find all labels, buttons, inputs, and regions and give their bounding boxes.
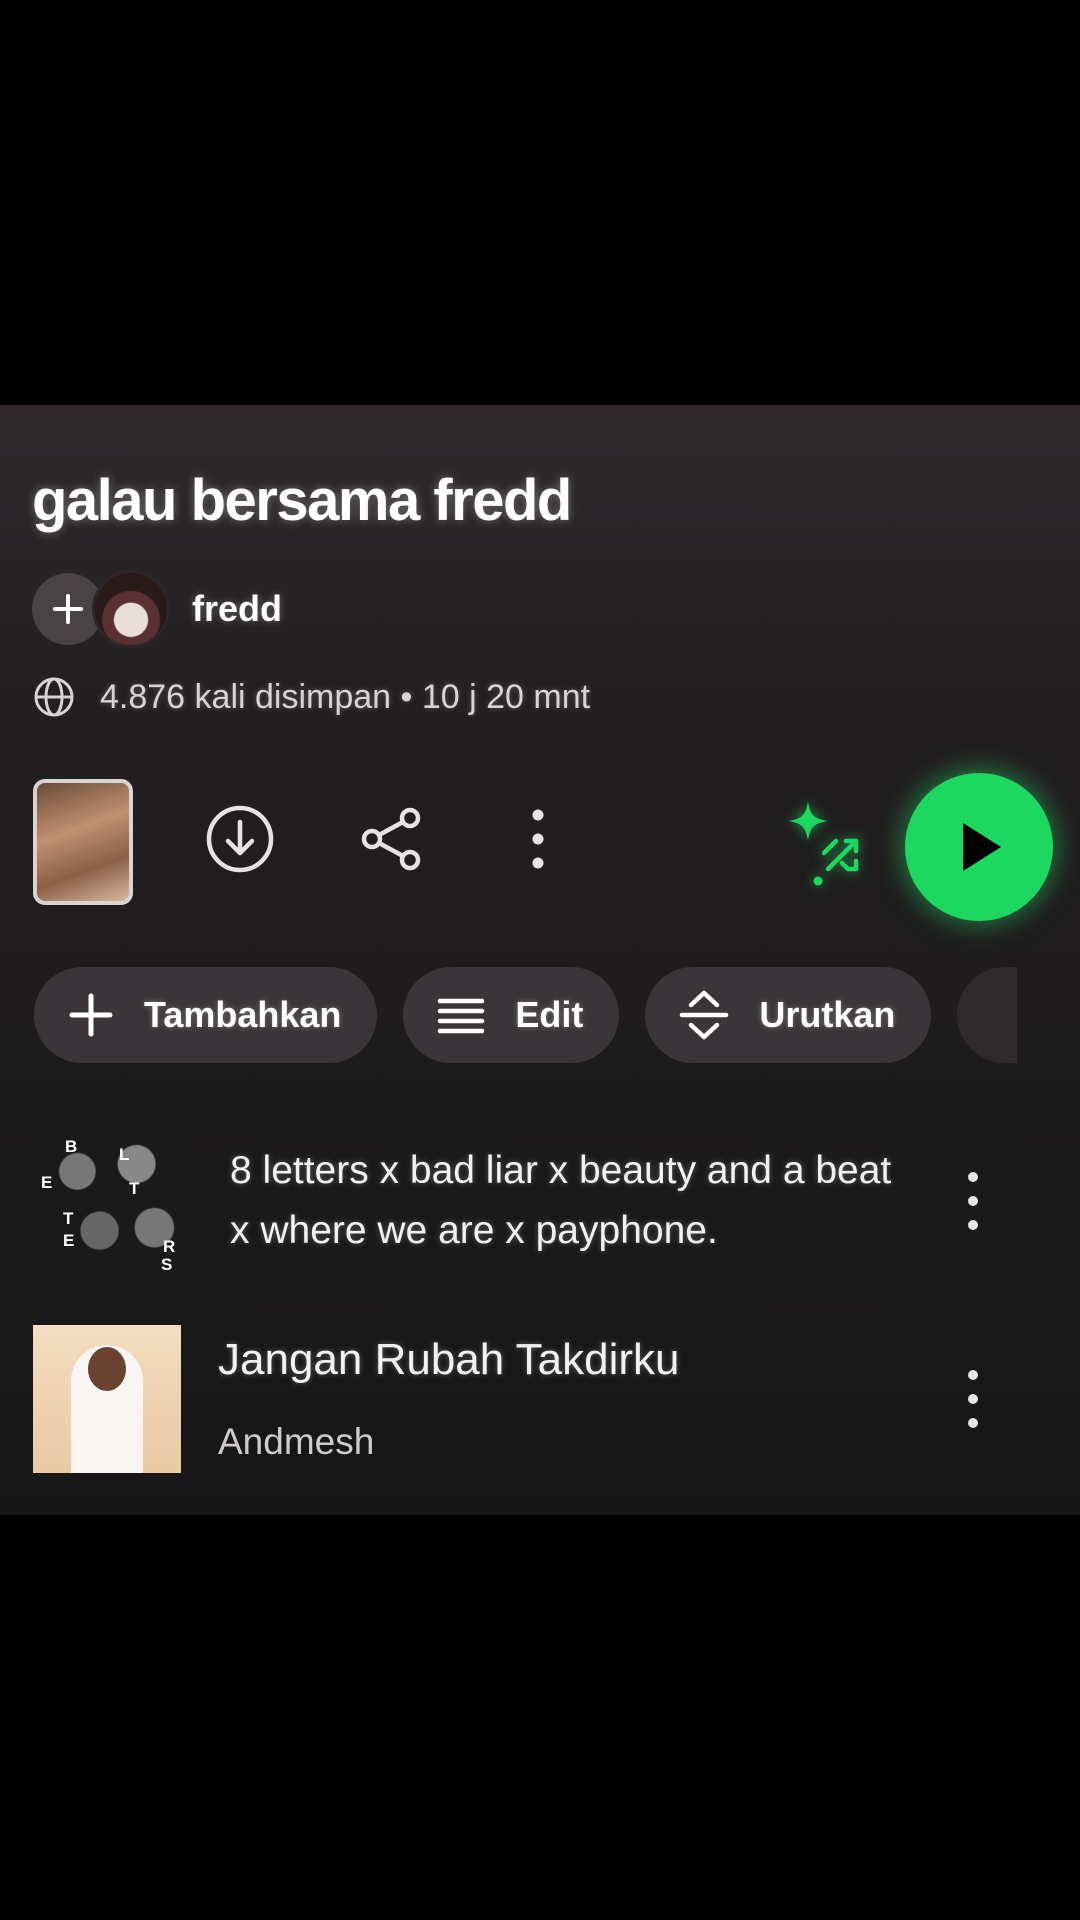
art-letter: R xyxy=(163,1237,176,1256)
playlist-title: galau bersama fredd xyxy=(32,468,572,533)
playlist-panel: galau bersama fredd fredd 4.876 kali dis… xyxy=(0,405,1080,1515)
download-circle-icon xyxy=(206,805,274,873)
playlist-meta: 4.876 kali disimpan • 10 j 20 mnt xyxy=(32,675,590,719)
more-vertical-icon xyxy=(968,1172,978,1230)
track-artist: Andmesh xyxy=(218,1421,375,1462)
album-art: B L E T T E R S xyxy=(33,1127,181,1275)
owner-name[interactable]: fredd xyxy=(192,588,282,630)
track-title: Jangan Rubah Takdirku xyxy=(218,1335,680,1384)
art-letter: B xyxy=(65,1137,78,1156)
share-icon xyxy=(361,807,421,871)
art-letter: E xyxy=(63,1231,75,1250)
art-letter: T xyxy=(129,1179,140,1198)
add-chip[interactable]: Tambahkan xyxy=(34,967,378,1063)
album-art xyxy=(33,1325,181,1473)
more-vertical-icon xyxy=(968,1370,978,1428)
list-item[interactable]: B L E T T E R S 8 letters x bad liar x b… xyxy=(0,1127,1080,1275)
sort-chip[interactable]: Urutkan xyxy=(645,967,932,1063)
play-button[interactable] xyxy=(905,773,1053,921)
sort-icon xyxy=(680,990,729,1040)
edit-chip-label: Edit xyxy=(515,994,584,1035)
filter-chips: Tambahkan Edit Urutkan xyxy=(34,967,1018,1063)
partial-chip[interactable] xyxy=(957,967,1018,1063)
add-chip-label: Tambahkan xyxy=(144,994,342,1035)
smart-shuffle-icon xyxy=(788,801,859,886)
more-vertical-icon xyxy=(532,809,544,869)
list-item[interactable]: Jangan Rubah Takdirku Andmesh xyxy=(0,1325,1080,1473)
smart-shuffle-button[interactable] xyxy=(780,797,870,887)
art-letter: T xyxy=(63,1209,74,1228)
plus-icon xyxy=(69,993,113,1037)
art-letter: S xyxy=(161,1255,173,1274)
plus-icon xyxy=(53,594,83,624)
meta-text: 4.876 kali disimpan • 10 j 20 mnt xyxy=(100,677,591,716)
art-letter: E xyxy=(41,1173,53,1192)
art-letter: L xyxy=(119,1145,130,1164)
track-more-button[interactable] xyxy=(950,1161,996,1241)
track-title: 8 letters x bad liar x beauty and a beat… xyxy=(230,1149,892,1252)
more-options-button[interactable] xyxy=(510,803,566,875)
playlist-cover-thumbnail[interactable] xyxy=(33,779,133,905)
track-more-button[interactable] xyxy=(950,1359,996,1439)
art-head xyxy=(88,1347,126,1391)
download-button[interactable] xyxy=(204,803,276,875)
list-icon xyxy=(438,998,485,1034)
action-bar xyxy=(0,773,1080,921)
sort-chip-label: Urutkan xyxy=(759,994,896,1035)
globe-icon xyxy=(34,677,74,717)
owner-row: fredd xyxy=(32,570,282,648)
edit-chip[interactable]: Edit xyxy=(403,967,620,1063)
play-icon xyxy=(963,823,1001,871)
share-button[interactable] xyxy=(356,803,428,875)
avatar[interactable] xyxy=(92,570,170,648)
